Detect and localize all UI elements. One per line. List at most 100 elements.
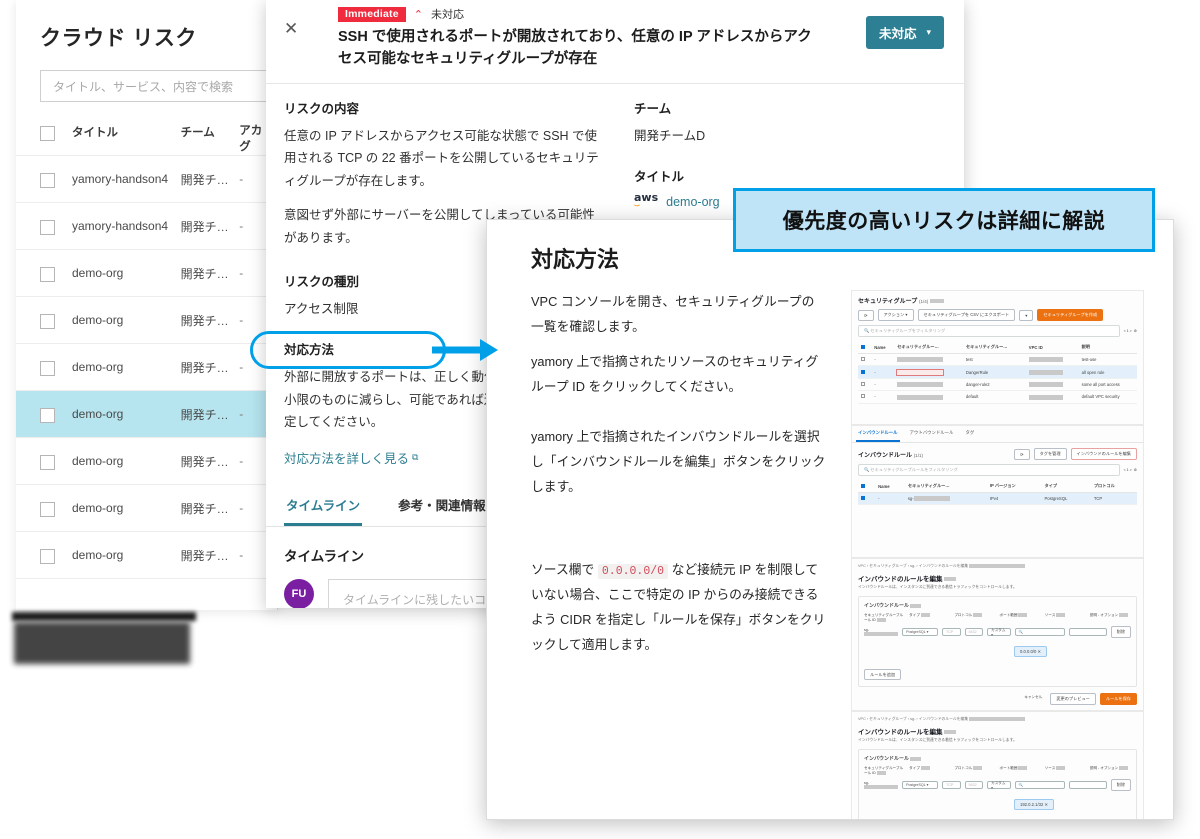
status-dropdown-button[interactable]: 未対応 ▾ [865,16,944,49]
article-step: ソース欄で 0.0.0.0/0 など接続元 IP を制限していない場合、ここで特… [531,558,1151,711]
search-placeholder-text: タイトル、サービス、内容で検索 [53,79,234,94]
shot-col-label: ソース [1045,766,1086,776]
article-steps: VPC コンソールを開き、セキュリティグループの一覧を確認します。 yamory… [487,274,1173,819]
shot1-search: 🔍 セキュリティグループをフィルタリング < 1 > ⚙ [858,325,1137,337]
row-checkbox[interactable] [40,266,55,282]
shot-card: インバウンドルール セキュリティグループルール ID タイプ プロトコル ポート… [858,749,1137,819]
shot1-th-select [858,341,872,354]
remedy-detail-link[interactable]: 対応方法を詳しく見る ⧉ [284,448,418,467]
shot1-td-select [858,353,872,367]
status-label: 未対応 [430,9,464,21]
row-checkbox[interactable] [40,172,55,188]
shot-col-label: タイプ [909,766,950,776]
remedy-article-panel: 対応方法 VPC コンソールを開き、セキュリティグループの一覧を確認します。 y… [486,219,1174,820]
row-checkbox[interactable] [40,454,55,470]
shot2-header: インバウンドルール (1/1) ⟳ タグを管理 インバウンドのルールを編集 [858,448,1137,460]
shot1-title: セキュリティグループ (1/4) [858,296,1137,305]
row-checkbox[interactable] [40,501,55,517]
risk-content-p1: 任意の IP アドレスからアクセス可能な状態で SSH で使用される TCP の… [284,128,599,188]
shot2-tab-outbound: アウトバウンドルール [909,430,954,435]
shot1-td-name: - [871,378,895,392]
page-title: クラウド リスク [40,27,197,50]
shot1-row: - DangerRule all open rule [858,365,1137,379]
shot1-td-name: - [871,365,895,379]
table-row[interactable]: yamory-handson4 開発チ… - [16,203,277,250]
article-step: yamory 上で指摘されたインバウンドルールを選択し「インバウンドルールを編集… [531,425,1151,558]
table-header-row: タイトル チーム アカ グ [16,102,277,156]
shot-col-label: プロトコル [954,766,995,776]
shot-desc: インバウンドルールは、インスタンスに到達できる着信トラフィックをコントロールしま… [858,738,1017,742]
table-row[interactable]: demo-org 開発チ… - [16,532,277,579]
shot1-table-head: Name セキュリティグルー… セキュリティグルー… VPC ID 説明 [858,341,1137,354]
status-dropdown-label: 未対応 [878,27,917,41]
shot2-th: プロトコル [1090,480,1137,493]
cell-title: yamory-handson4 [72,219,169,233]
table-row[interactable]: demo-org 開発チ… - [16,344,277,391]
shot2-table-head: Name セキュリティグルー… IP バージョン タイプ プロトコル [858,480,1137,493]
tab-related-info[interactable]: 参考・関連情報 [396,486,488,526]
shot1-td-sgname: DangerRule [962,365,1026,379]
shot2-tab-inbound: インバウンドルール [856,426,900,442]
article-p-prefix: ソース欄で [531,562,598,577]
shot1-td-vpc [1025,353,1079,367]
row-checkbox[interactable] [40,219,55,235]
tab-timeline[interactable]: タイムライン [284,486,363,526]
shot1-td-sgid [894,390,963,404]
shot3-content: VPC › セキュリティグループ › sg- › インバウンドのルールを編集 イ… [852,559,1143,710]
shot-port-field: 5432 [964,628,984,636]
shot-delete-button: 削除 [1110,626,1132,638]
shot-description-input [1068,628,1107,636]
shot2-th-select [858,480,876,493]
caret-up-icon: ⌃ [413,8,423,21]
row-checkbox[interactable] [40,548,55,564]
article-p: VPC コンソールを開き、セキュリティグループの一覧を確認します。 [531,294,815,334]
remedy-detail-link-label: 対応方法を詳しく見る [284,451,410,466]
table-row[interactable]: yamory-handson4 開発チ… - [16,156,277,203]
shot2-td-name: - [875,492,905,506]
row-checkbox[interactable] [40,407,55,423]
column-header-team: チーム [180,127,215,139]
article-step: VPC コンソールを開き、セキュリティグループの一覧を確認します。 yamory… [531,290,1151,425]
shot2-td-select [858,492,876,506]
shot1-toolbar: ⟳ アクション ▾ セキュリティグループを CSV にエクスポート ▾ セキュリ… [858,309,1137,321]
table-row[interactable]: demo-org 開発チ… - [16,297,277,344]
shot-desc: インバウンドルールは、インスタンスに到達できる着信トラフィックをコントロールしま… [858,585,1017,589]
table-row[interactable]: demo-org 開発チ… - [16,250,277,297]
shot-protocol-field: TCP [942,628,961,636]
refresh-icon: ⟳ [858,309,874,321]
shot1-td-sgid [894,378,963,392]
article-step-text-empty [531,711,851,819]
shot2-td-sgid: sg- [904,492,987,506]
article-step: VPC › セキュリティグループ › sg- › インバウンドのルールを編集 イ… [531,711,1151,819]
row-checkbox[interactable] [40,360,55,376]
shot-heading: インバウンドのルールを編集 [858,726,1137,736]
shot1-td-sgname: default [962,390,1026,404]
risk-table-body: yamory-handson4 開発チ… - yamory-handson4 開発チ… -… [16,156,277,579]
close-icon[interactable]: ✕ [284,20,298,37]
pagination: < 1 > ⚙ [1123,468,1137,472]
search-input[interactable]: タイトル、サービス、内容で検索 [40,70,277,102]
shot-col-label: タイプ [909,613,950,623]
shot2-table: Name セキュリティグルー… IP バージョン タイプ プロトコル - sg- IPv4 P… [858,480,1137,506]
blur-mask [929,299,944,304]
row-checkbox[interactable] [40,313,55,329]
shot-port-field: 5432 [964,781,984,789]
table-row[interactable]: demo-org 開発チ… - [16,485,277,532]
shot-breadcrumb: VPC › セキュリティグループ › sg- › インバウンドのルールを編集 [858,717,1137,722]
shot1-td-sgname: test [962,353,1026,367]
shot1-row: - test test-use [858,353,1137,367]
select-all-checkbox[interactable] [40,126,55,141]
shot-source-input: 🔍 [1014,781,1065,789]
shot1-table: Name セキュリティグルー… セキュリティグルー… VPC ID 説明 - test te… [858,341,1137,404]
shot-type-select: PostgreSQL ▾ [902,628,939,636]
table-row[interactable]: demo-org 開発チ… - [16,391,277,438]
table-row[interactable]: demo-org 開発チ… - [16,438,277,485]
cell-title: demo-org [72,501,124,515]
shot1-td-desc: default VPC security [1078,390,1137,404]
shot-breadcrumb: VPC › セキュリティグループ › sg- › インバウンドのルールを編集 [858,564,1137,569]
shot1-td-sgid [894,365,963,379]
annotation-callout-text: 優先度の高いリスクは詳細に解説 [782,210,1106,233]
export-csv-button: セキュリティグループを CSV にエクスポート [917,309,1016,321]
shot1-td-select [858,365,872,379]
account-link[interactable]: demo-org [666,195,720,209]
